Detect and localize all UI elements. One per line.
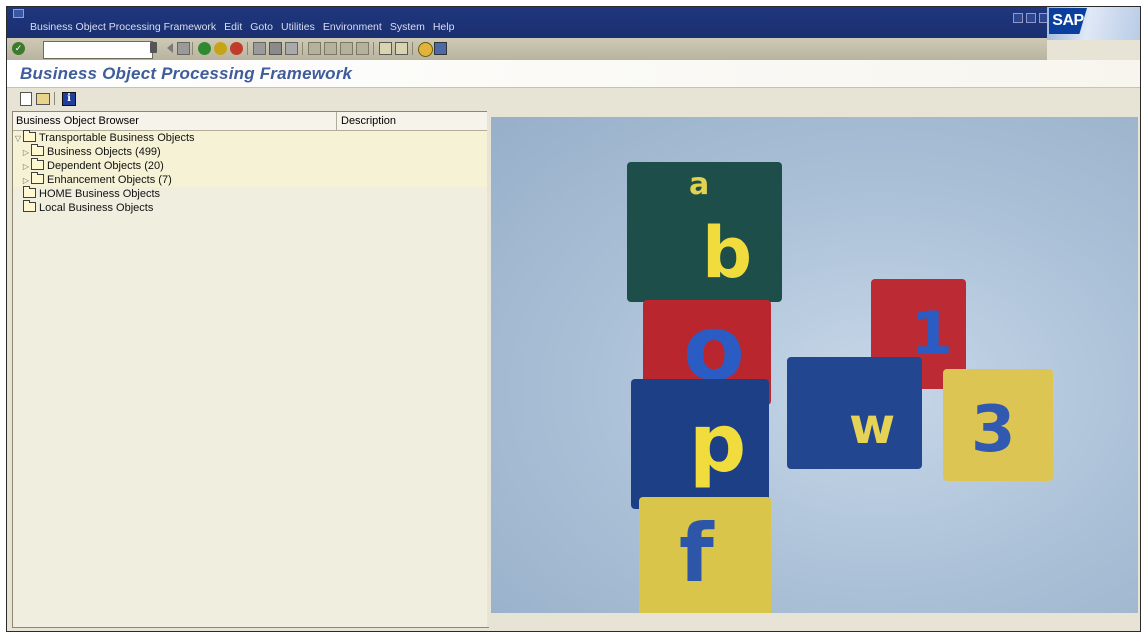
folder-icon [23,200,36,212]
title-bar: Business Object Processing Framework [7,60,1140,88]
find-next-icon[interactable] [285,42,298,55]
standard-toolbar: ✓ [7,38,1047,61]
cube-b: a b [627,162,782,302]
create-session-icon[interactable] [379,42,392,55]
menu-list: Business Object Processing Framework Edi… [30,21,462,33]
new-document-icon[interactable] [20,92,32,106]
menu-bar: Business Object Processing Framework Edi… [7,7,1140,38]
open-folder-icon[interactable] [36,93,50,105]
application-toolbar: i [7,88,1140,109]
page-title: Business Object Processing Framework [20,64,353,83]
cube-f: f [639,497,771,613]
menu-edit[interactable]: Edit [224,21,242,33]
last-page-icon[interactable] [356,42,369,55]
shortcut-icon[interactable] [395,42,408,55]
collapse-triangle-icon[interactable]: ▽ [13,132,23,146]
tree-node-local-business-objects[interactable]: Local Business Objects [13,200,488,215]
cube-w: w [787,357,922,469]
business-object-browser-tree: Business Object Browser Description ▽ Tra… [12,111,489,628]
folder-icon [31,172,44,184]
folder-icon [31,144,44,156]
enter-icon[interactable]: ✓ [12,42,25,55]
column-header-description[interactable]: Description [338,112,396,130]
find-icon[interactable] [269,42,282,55]
sap-gui-window: Business Object Processing Framework Edi… [6,6,1141,632]
cube-3: 3 [943,369,1053,481]
menu-environment[interactable]: Environment [323,21,382,33]
sap-logo-text: SAP [1049,8,1087,34]
folder-icon [23,186,36,198]
column-header-browser[interactable]: Business Object Browser [13,112,337,130]
tree-header: Business Object Browser Description [13,112,488,131]
menu-system[interactable]: System [390,21,425,33]
tree-node-home-business-objects[interactable]: HOME Business Objects [13,186,488,201]
menu-help[interactable]: Help [433,21,455,33]
menu-bopf[interactable]: Business Object Processing Framework [30,21,216,33]
maximize-icon[interactable] [1026,13,1036,23]
sap-logo: SAP [1047,7,1140,40]
folder-open-icon [23,130,36,142]
window-controls [1013,13,1049,23]
expand-triangle-icon[interactable]: ▷ [21,160,31,174]
save-icon[interactable] [177,42,190,55]
back-icon[interactable] [198,42,211,55]
cancel-icon[interactable] [230,42,243,55]
command-field[interactable] [43,41,153,59]
cube-p: p [631,379,769,509]
layout-menu-icon[interactable] [434,42,447,55]
system-menu-icon[interactable] [13,9,24,18]
tree-node-transportable[interactable]: ▽ Transportable Business Objects [13,130,488,146]
first-page-icon[interactable] [308,42,321,55]
tree-node-enhancement-objects[interactable]: ▷ Enhancement Objects (7) [13,172,488,187]
command-field-dropdown-icon[interactable] [150,42,157,53]
info-icon[interactable]: i [62,92,76,106]
menu-utilities[interactable]: Utilities [281,21,315,33]
letter-blocks-image: a b o p f 1 w 3 [491,117,1138,613]
back-arrow-icon[interactable] [167,43,173,53]
minimize-icon[interactable] [1013,13,1023,23]
print-icon[interactable] [253,42,266,55]
tree-node-business-objects[interactable]: ▷ Business Objects (499) [13,144,488,160]
previous-page-icon[interactable] [324,42,337,55]
tree-node-dependent-objects[interactable]: ▷ Dependent Objects (20) [13,158,488,174]
menu-goto[interactable]: Goto [250,21,273,33]
folder-icon [31,158,44,170]
exit-icon[interactable] [214,42,227,55]
expand-triangle-icon[interactable]: ▷ [21,146,31,160]
next-page-icon[interactable] [340,42,353,55]
help-icon[interactable] [418,42,433,57]
